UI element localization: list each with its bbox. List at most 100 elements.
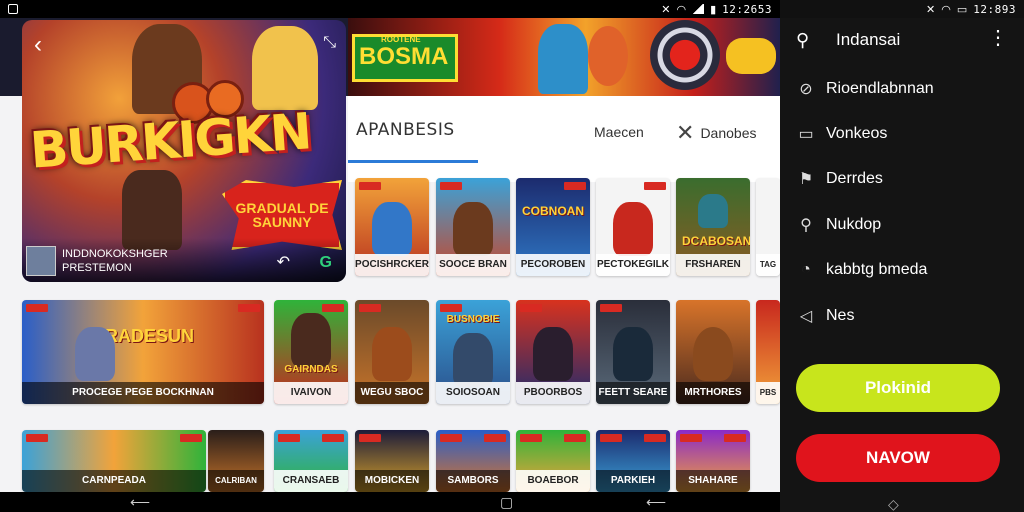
tile-tag <box>322 434 344 442</box>
game-tile[interactable]: COBNOAN PECOROBEN <box>516 178 590 276</box>
game-tile[interactable]: CRADESUN PROCEGE PEGE BOCKHNAN <box>22 300 264 404</box>
game-tile[interactable]: BOAEBOR <box>516 430 590 492</box>
game-tile[interactable]: MRTHORES <box>676 300 750 404</box>
secondary-button[interactable]: NAVOW <box>796 434 1000 482</box>
share-icon[interactable]: ↶ <box>277 252 290 272</box>
game-tile[interactable]: POCISHRCKER <box>355 178 429 276</box>
menu-item[interactable]: ◁ Nes <box>794 301 855 331</box>
tile-banner-text: COBNOAN <box>522 204 584 218</box>
game-tile[interactable]: FEETT SEARE <box>596 300 670 404</box>
tile-tag <box>564 182 586 190</box>
signal-icon <box>692 4 705 14</box>
tile-character <box>533 327 573 382</box>
tile-tag <box>26 304 48 312</box>
game-tile[interactable]: CALRIBAN <box>208 430 264 492</box>
brand-icon[interactable]: G <box>320 254 332 272</box>
game-tile[interactable]: CARNPEADA <box>22 430 206 492</box>
mute-icon: ✕ <box>661 3 671 16</box>
menu-item[interactable]: ⊘ Rioendlabnnan <box>794 74 934 104</box>
game-tile[interactable]: SAMBORS <box>436 430 510 492</box>
user-icon[interactable]: ⚲ <box>796 30 816 50</box>
tile-caption: SOOCE BRAN <box>436 254 510 276</box>
tile-caption: POCISHRCKER <box>355 254 429 276</box>
tile-banner-text: DCABOSAN <box>682 234 750 248</box>
menu-item-label: Vonkeos <box>826 125 888 142</box>
tile-caption: CRANSAEB <box>274 470 348 492</box>
status-time: 12:2653 <box>722 2 772 16</box>
game-tile[interactable]: SHAHARE <box>676 430 750 492</box>
tile-banner-text: BUSNOBIE <box>446 314 500 325</box>
primary-button[interactable]: Plokinid <box>796 364 1000 412</box>
tile-caption: IVAIVON <box>274 382 348 404</box>
tile-tag <box>564 434 586 442</box>
tile-caption: MRTHORES <box>676 382 750 404</box>
tile-tag <box>359 434 381 442</box>
tile-caption: BOAEBOR <box>516 470 590 492</box>
promo-banner[interactable]: ROOTENE BOSMA <box>348 18 780 96</box>
menu-item[interactable]: ⚲ Nukdop <box>794 210 881 240</box>
game-tile[interactable]: PBOORBOS <box>516 300 590 404</box>
tile-tag <box>322 304 344 312</box>
hero-card[interactable]: ‹ ⤡ BURKIGKN GRADUAL DE SAUNNY INDDNOKOK… <box>22 20 346 282</box>
game-tile[interactable]: GAIRNDAS IVAIVON <box>274 300 348 404</box>
game-tile[interactable]: WEGU SBOC <box>355 300 429 404</box>
tile-tag <box>440 434 462 442</box>
back-nav-icon[interactable]: ⟵ <box>130 494 150 510</box>
tab-underline <box>348 160 478 163</box>
back-arrow-icon[interactable]: ‹ <box>26 33 50 58</box>
tab-danobes[interactable]: ✕ Danobes <box>676 120 756 146</box>
game-tile[interactable]: DCABOSAN FRSHAREN <box>676 178 750 276</box>
tile-tag <box>644 182 666 190</box>
tile-banner-text: CRADESUN <box>91 326 194 346</box>
game-tile[interactable]: CRANSAEB <box>274 430 348 492</box>
send-icon: ◁ <box>799 308 813 325</box>
hero-character-right <box>252 26 318 110</box>
tile-character <box>698 194 728 229</box>
tile-character <box>372 201 412 256</box>
tile-tag <box>359 304 381 312</box>
game-tile[interactable]: TAG <box>756 178 780 276</box>
tile-caption: TAG <box>756 254 780 276</box>
game-tile[interactable]: PARKIEH <box>596 430 670 492</box>
tab-apanbesis[interactable]: APANBESIS <box>356 120 455 140</box>
tile-caption: SHAHARE <box>676 470 750 492</box>
gauge-icon: ◔ <box>801 261 811 278</box>
screen: { "status_left": { "time": "", "icons": … <box>0 0 1024 512</box>
game-tile[interactable]: MOBICKEN <box>355 430 429 492</box>
search-icon: ⚲ <box>800 217 812 234</box>
menu-item[interactable]: ▭ Vonkeos <box>794 119 887 149</box>
rotate-icon[interactable]: ◇ <box>888 496 899 512</box>
menu-item[interactable]: ⚑ Derrdes <box>794 164 883 194</box>
game-tile[interactable]: PECTOKEGILK <box>596 178 670 276</box>
tile-tag <box>484 434 506 442</box>
tile-caption: PBOORBOS <box>516 382 590 404</box>
game-tile[interactable]: PBS <box>756 300 780 404</box>
banner-character <box>538 24 588 94</box>
target-icon <box>650 20 720 90</box>
tile-character <box>372 327 412 382</box>
more-vertical-icon[interactable]: ⋮ <box>988 28 1008 48</box>
tile-character <box>613 201 653 256</box>
recent-nav-icon[interactable]: ⟵ <box>646 494 666 510</box>
banner-logo-small: ROOTENE <box>381 35 421 44</box>
expand-icon[interactable]: ⤡ <box>323 34 336 52</box>
tile-tag <box>644 434 666 442</box>
hero-thumbnail <box>26 246 56 276</box>
menu-item-label: Rioendlabnnan <box>826 80 934 97</box>
game-tile[interactable]: SOOCE BRAN <box>436 178 510 276</box>
tile-tag <box>724 434 746 442</box>
tile-tag <box>680 434 702 442</box>
menu-item[interactable]: ◔ kabbtg bmeda <box>794 255 927 285</box>
side-menu: ⚲ Indansai ⋮ ⊘ Rioendlabnnan ▭ Vonkeos ⚑… <box>780 18 1024 512</box>
tile-caption: CARNPEADA <box>22 470 206 492</box>
tile-tag <box>238 304 260 312</box>
game-tile[interactable]: BUSNOBIE SOIOSOAN <box>436 300 510 404</box>
tile-caption: FEETT SEARE <box>596 382 670 404</box>
home-nav-icon[interactable]: ▢ <box>500 494 513 510</box>
tab-maecen[interactable]: Maecen <box>594 124 644 140</box>
menu-item-label: Derrdes <box>826 170 883 187</box>
mute-icon: ✕ <box>926 3 936 16</box>
tile-tag <box>600 304 622 312</box>
tile-tag <box>359 182 381 190</box>
status-time-right: 12:893 <box>973 2 1016 16</box>
